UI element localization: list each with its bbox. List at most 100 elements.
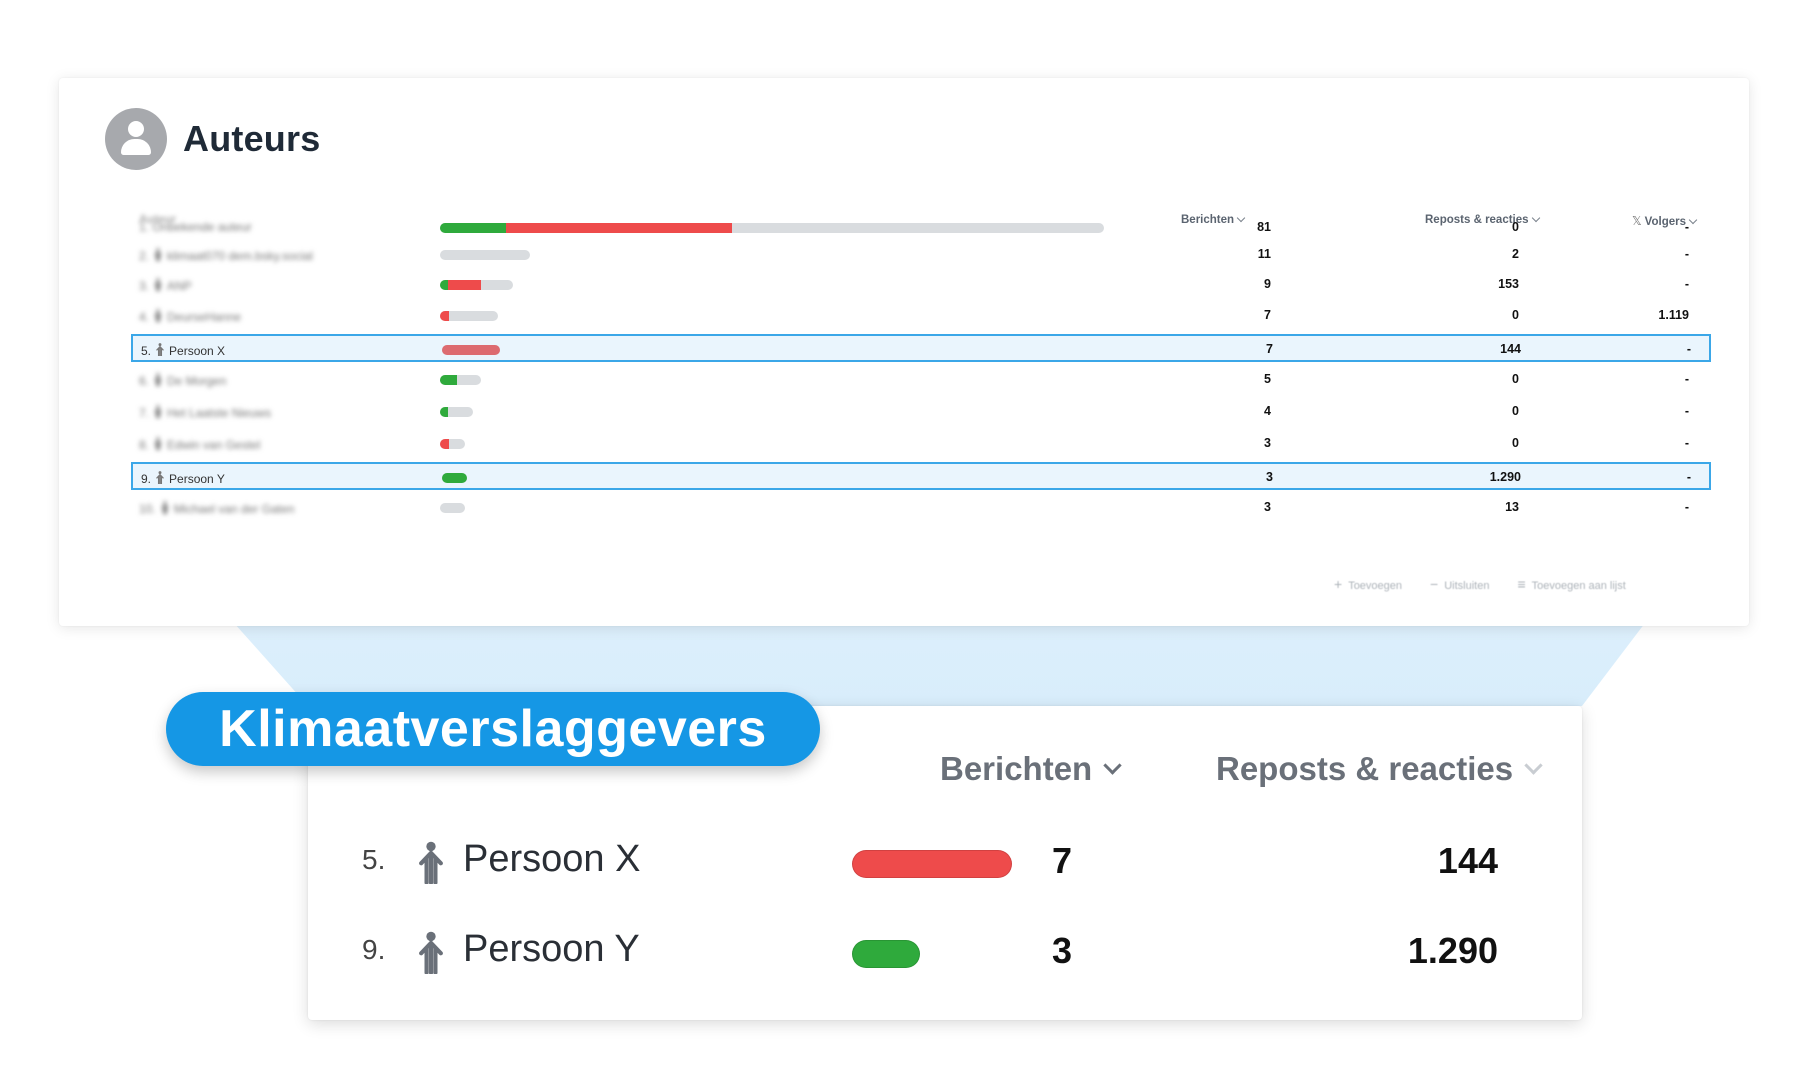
sentiment-bar	[852, 940, 920, 968]
author-name[interactable]: Onbekende auteur	[152, 220, 251, 234]
chevron-down-icon	[1524, 756, 1543, 775]
plus-icon: +	[1334, 576, 1343, 592]
group-badge: Klimaatverslaggevers	[166, 692, 820, 766]
table-row[interactable]: 8. Edwin van Gestel 3 0 -	[131, 430, 1711, 458]
berichten-cell: 7	[1052, 840, 1073, 881]
reposts-cell: 144	[1500, 342, 1521, 356]
berichten-cell: 81	[1257, 220, 1271, 234]
person-icon	[155, 343, 165, 357]
table-row[interactable]: 4. DeurseHanne 7 0 1.119	[131, 302, 1711, 330]
table-row[interactable]: 6. De Morgen 5 0 -	[131, 366, 1711, 394]
add-button[interactable]: + Toevoegen	[1334, 576, 1402, 592]
sentiment-bar	[852, 850, 1012, 878]
sentiment-bar	[440, 375, 481, 385]
rank-label: 4.	[139, 310, 150, 324]
zoom-header-label: Berichten	[940, 750, 1093, 787]
author-name[interactable]: ANP	[167, 279, 192, 293]
sentiment-bar	[442, 345, 500, 355]
chevron-down-icon	[1103, 756, 1122, 775]
sentiment-bar	[440, 407, 473, 417]
reposts-cell: 0	[1512, 436, 1519, 450]
screenshot-stage: Auteurs Auteur Berichten Reposts & react…	[0, 0, 1800, 1090]
author-cell: 6. De Morgen	[139, 372, 226, 388]
berichten-cell: 3	[1052, 930, 1073, 971]
table-row[interactable]: 5. Persoon X 7 144 -	[131, 334, 1711, 362]
person-icon	[153, 309, 163, 323]
authors-card: Auteurs Auteur Berichten Reposts & react…	[59, 78, 1749, 626]
author-name[interactable]: klimaat070 dem.bsky.social	[167, 249, 313, 263]
author-cell: 3. ANP	[139, 277, 192, 293]
volgers-cell: -	[1684, 220, 1689, 234]
bar-negative-segment	[448, 280, 481, 290]
table-row[interactable]: 2. klimaat070 dem.bsky.social 11 2 -	[131, 241, 1711, 269]
zoom-header-label: Reposts & reacties	[1216, 750, 1514, 787]
bar-negative-segment	[442, 345, 500, 355]
person-icon	[418, 930, 444, 975]
bar-positive-segment	[442, 473, 467, 483]
author-name[interactable]: Michael van der Gaten	[174, 502, 295, 516]
list-add-icon: ≡	[1517, 576, 1526, 592]
table-row[interactable]: 9. Persoon Y 3 1.290 -	[131, 462, 1711, 490]
author-name[interactable]: De Morgen	[167, 374, 226, 388]
reposts-cell: 0	[1512, 220, 1519, 234]
sentiment-bar	[440, 439, 465, 449]
author-cell: 2. klimaat070 dem.bsky.social	[139, 247, 313, 263]
person-icon	[153, 405, 163, 419]
rank-label: 5.	[362, 844, 386, 875]
person-icon	[418, 840, 444, 885]
volgers-cell: -	[1684, 277, 1689, 291]
rank-label: 9.	[141, 472, 152, 486]
reposts-cell: 153	[1498, 277, 1519, 291]
author-name[interactable]: Persoon X	[169, 344, 225, 358]
author-name[interactable]: Persoon Y	[169, 472, 225, 486]
volgers-cell: -	[1686, 470, 1691, 484]
person-icon	[153, 437, 163, 451]
add-to-list-button[interactable]: ≡ Toevoegen aan lijst	[1517, 576, 1625, 592]
exclude-label: Uitsluiten	[1444, 580, 1490, 592]
author-cell: 9. Persoon Y	[141, 470, 225, 486]
bar-positive-segment	[440, 407, 448, 417]
bar-negative-segment	[506, 223, 732, 233]
user-avatar-icon	[105, 108, 167, 170]
author-name[interactable]: Edwin van Gestel	[167, 438, 260, 452]
rank-label: 8.	[139, 438, 150, 452]
volgers-cell: -	[1684, 500, 1689, 514]
table-row[interactable]: 7. Het Laatste Nieuws 4 0 -	[131, 398, 1711, 426]
author-cell: 10. Michael van der Gaten	[139, 500, 294, 516]
author-cell: 8. Edwin van Gestel	[139, 436, 260, 452]
rank-label: 9.	[362, 934, 386, 965]
table-row[interactable]: 10. Michael van der Gaten 3 13 -	[131, 494, 1711, 522]
rank-label: 5.	[141, 344, 152, 358]
berichten-cell: 7	[1264, 308, 1271, 322]
berichten-cell: 7	[1266, 342, 1273, 356]
author-name[interactable]: Het Laatste Nieuws	[167, 406, 271, 420]
reposts-cell: 2	[1512, 247, 1519, 261]
table-actions: + Toevoegen − Uitsluiten ≡ Toevoegen aan li…	[1334, 576, 1626, 592]
sentiment-bar	[440, 311, 498, 321]
table-row[interactable]: 3. ANP 9 153 -	[131, 271, 1711, 299]
bar-negative-segment	[440, 311, 449, 321]
reposts-cell: 1.290	[1489, 470, 1521, 484]
add-label: Toevoegen	[1348, 580, 1403, 592]
zoom-row: 9. Persoon Y 3 1.290	[308, 920, 1582, 980]
person-icon	[153, 248, 163, 262]
author-name[interactable]: DeurseHanne	[167, 310, 241, 324]
rank-label: 2.	[139, 249, 150, 263]
bar-negative-segment	[440, 439, 449, 449]
person-icon	[155, 471, 165, 485]
table-row[interactable]: 1. Onbekende auteur 81 0 -	[131, 214, 1711, 242]
berichten-cell: 3	[1264, 436, 1271, 450]
author-name: Persoon Y	[463, 928, 640, 970]
volgers-cell: -	[1684, 247, 1689, 261]
author-cell: 7. Het Laatste Nieuws	[139, 404, 271, 420]
exclude-button[interactable]: − Uitsluiten	[1430, 576, 1489, 592]
reposts-cell: 144	[1437, 840, 1498, 881]
bar-positive-segment	[440, 280, 448, 290]
sentiment-bar	[440, 280, 513, 290]
berichten-cell: 3	[1264, 500, 1271, 514]
minus-icon: −	[1430, 576, 1439, 592]
author-cell: 4. DeurseHanne	[139, 308, 241, 324]
rank-label: 10.	[139, 502, 156, 516]
card-title: Auteurs	[183, 118, 321, 159]
person-icon	[153, 373, 163, 387]
